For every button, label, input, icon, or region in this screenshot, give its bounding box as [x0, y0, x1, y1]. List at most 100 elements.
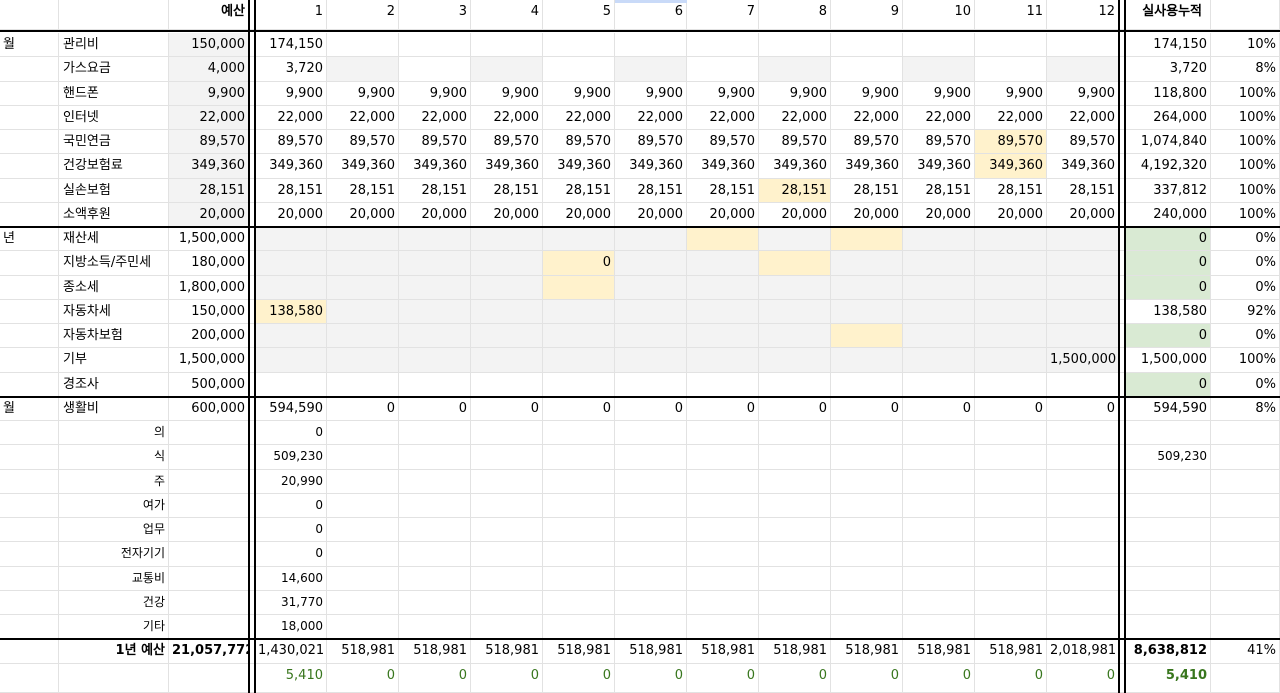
row-percent[interactable]: 0% — [1211, 373, 1280, 397]
diff-month-1[interactable]: 5,410 — [255, 664, 327, 693]
subrow-month-2[interactable] — [327, 470, 399, 494]
row-month-3[interactable]: 20,000 — [399, 203, 471, 227]
header-month-10[interactable]: 10 — [903, 0, 975, 30]
row-label[interactable]: 생활비 — [59, 397, 169, 421]
subrow-month-3[interactable] — [399, 470, 471, 494]
row-month-5[interactable]: 0 — [543, 251, 615, 276]
row-category[interactable] — [0, 251, 59, 276]
row-percent-empty[interactable] — [1211, 664, 1280, 693]
row-month-2[interactable] — [327, 251, 399, 276]
subrow-month-9[interactable] — [831, 567, 903, 591]
subrow-month-12[interactable] — [1047, 542, 1119, 567]
subrow-total[interactable] — [1125, 542, 1211, 567]
[interactable] — [1125, 0, 1211, 30]
row-month-6[interactable] — [615, 227, 687, 251]
row-month-9[interactable]: 20,000 — [831, 203, 903, 227]
row-month-6[interactable]: 28,151 — [615, 179, 687, 203]
row-month-10[interactable] — [903, 33, 975, 57]
row-month-10[interactable] — [903, 300, 975, 324]
row-month-9[interactable] — [831, 33, 903, 57]
row-month-12[interactable] — [1047, 33, 1119, 57]
row-label[interactable]: 기부 — [59, 348, 169, 373]
row-percent[interactable]: 100% — [1211, 203, 1280, 227]
row-month-9[interactable]: 22,000 — [831, 106, 903, 130]
row-month-12[interactable] — [1047, 227, 1119, 251]
subrow-month-6[interactable] — [615, 542, 687, 567]
header-budget[interactable]: 예산 — [169, 0, 249, 30]
subrow-month-7[interactable] — [687, 542, 759, 567]
subrow-month-5[interactable] — [543, 542, 615, 567]
row-category-empty[interactable] — [0, 567, 59, 591]
summary-budget[interactable]: 21,057,772 — [169, 639, 249, 664]
row-month-12[interactable]: 9,900 — [1047, 82, 1119, 106]
row-month-12[interactable] — [1047, 300, 1119, 324]
row-budget[interactable]: 9,900 — [169, 82, 249, 106]
diff-month-10[interactable]: 0 — [903, 664, 975, 693]
row-budget[interactable]: 349,360 — [169, 154, 249, 179]
row-month-1[interactable]: 594,590 — [255, 397, 327, 421]
row-percent-empty[interactable] — [1211, 615, 1280, 639]
row-label[interactable]: 소액후원 — [59, 203, 169, 227]
subrow-month-10[interactable] — [903, 494, 975, 518]
row-month-7[interactable]: 20,000 — [687, 203, 759, 227]
row-month-11[interactable]: 28,151 — [975, 179, 1047, 203]
diff-month-5[interactable]: 0 — [543, 664, 615, 693]
row-month-12[interactable]: 1,500,000 — [1047, 348, 1119, 373]
row-month-6[interactable]: 89,570 — [615, 130, 687, 154]
subrow-label[interactable]: 전자기기 — [59, 542, 169, 567]
row-percent[interactable]: 92% — [1211, 300, 1280, 324]
row-month-11[interactable]: 22,000 — [975, 106, 1047, 130]
row-percent[interactable]: 0% — [1211, 227, 1280, 251]
subrow-month-1[interactable]: 0 — [255, 494, 327, 518]
row-percent[interactable]: 100% — [1211, 179, 1280, 203]
row-month-8[interactable] — [759, 276, 831, 300]
row-month-4[interactable]: 28,151 — [471, 179, 543, 203]
row-month-4[interactable]: 20,000 — [471, 203, 543, 227]
row-month-5[interactable] — [543, 373, 615, 397]
row-month-2[interactable] — [327, 227, 399, 251]
subrow-month-2[interactable] — [327, 591, 399, 615]
subrow-month-9[interactable] — [831, 615, 903, 639]
row-label[interactable]: 가스요금 — [59, 57, 169, 82]
subrow-month-3[interactable] — [399, 421, 471, 445]
subrow-label[interactable]: 기타 — [59, 615, 169, 639]
subrow-month-12[interactable] — [1047, 615, 1119, 639]
row-month-4[interactable] — [471, 373, 543, 397]
row-budget-empty[interactable] — [169, 567, 249, 591]
row-budget[interactable]: 150,000 — [169, 33, 249, 57]
subrow-month-11[interactable] — [975, 542, 1047, 567]
subrow-total[interactable] — [1125, 567, 1211, 591]
row-month-10[interactable] — [903, 251, 975, 276]
subrow-month-1[interactable]: 18,000 — [255, 615, 327, 639]
subrow-month-6[interactable] — [615, 470, 687, 494]
subrow-month-2[interactable] — [327, 567, 399, 591]
row-budget[interactable]: 1,800,000 — [169, 276, 249, 300]
subrow-month-12[interactable] — [1047, 470, 1119, 494]
row-month-1[interactable]: 349,360 — [255, 154, 327, 179]
row-month-10[interactable] — [903, 348, 975, 373]
row-percent[interactable]: 0% — [1211, 276, 1280, 300]
row-percent-empty[interactable] — [1211, 567, 1280, 591]
row-month-5[interactable] — [543, 300, 615, 324]
row-month-1[interactable] — [255, 251, 327, 276]
subrow-month-6[interactable] — [615, 518, 687, 542]
row-category[interactable] — [0, 373, 59, 397]
subrow-month-3[interactable] — [399, 494, 471, 518]
subrow-month-4[interactable] — [471, 494, 543, 518]
row-month-1[interactable]: 28,151 — [255, 179, 327, 203]
row-label[interactable]: 지방소득/주민세 — [59, 251, 169, 276]
subrow-month-7[interactable] — [687, 615, 759, 639]
subrow-month-5[interactable] — [543, 518, 615, 542]
row-category[interactable] — [0, 276, 59, 300]
subrow-month-6[interactable] — [615, 445, 687, 470]
row-month-7[interactable] — [687, 348, 759, 373]
row-month-10[interactable]: 89,570 — [903, 130, 975, 154]
row-total[interactable]: 118,800 — [1125, 82, 1211, 106]
row-category[interactable] — [0, 300, 59, 324]
row-percent-empty[interactable] — [1211, 591, 1280, 615]
row-category[interactable]: 월 — [0, 397, 59, 421]
row-month-10[interactable]: 22,000 — [903, 106, 975, 130]
row-month-3[interactable]: 9,900 — [399, 82, 471, 106]
row-month-7[interactable]: 22,000 — [687, 106, 759, 130]
summary-month-3[interactable]: 518,981 — [399, 639, 471, 664]
